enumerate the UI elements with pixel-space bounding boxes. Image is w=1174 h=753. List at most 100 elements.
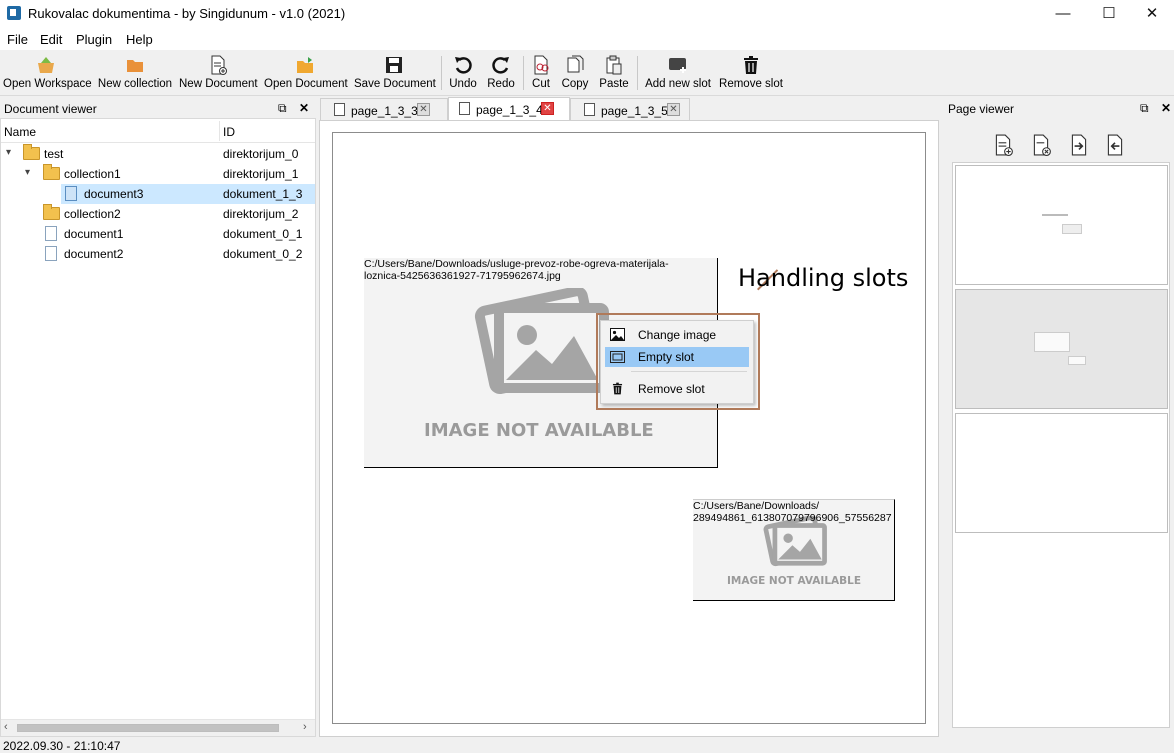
undo-icon bbox=[455, 57, 472, 74]
tree-item-id: direktorijum_0 bbox=[223, 147, 299, 161]
tree-item-name: document3 bbox=[84, 187, 144, 201]
column-divider[interactable] bbox=[219, 121, 220, 141]
move-page-right-icon[interactable] bbox=[1068, 134, 1090, 159]
move-page-left-icon[interactable] bbox=[1104, 134, 1126, 159]
page-editor: IMAGE NOT AVAILABLE C:/Users/Bane/Downlo… bbox=[319, 120, 939, 737]
add-page-icon[interactable] bbox=[992, 134, 1014, 159]
float-pane-icon[interactable]: ⧉ bbox=[1140, 101, 1149, 116]
close-pane-icon[interactable]: ✕ bbox=[1161, 101, 1171, 115]
tab-page[interactable]: page_1_3_3 ✕ bbox=[320, 98, 448, 120]
folder-icon bbox=[23, 144, 40, 160]
page-thumbnail[interactable] bbox=[955, 165, 1168, 285]
minimize-button[interactable]: — bbox=[1040, 0, 1086, 28]
add-slot-icon bbox=[669, 58, 686, 73]
close-button[interactable]: ✕ bbox=[1129, 0, 1174, 28]
toolbar-separator bbox=[523, 56, 524, 90]
page-viewer bbox=[944, 118, 1174, 737]
tree-item-id: direktorijum_2 bbox=[223, 207, 299, 221]
page-canvas[interactable]: IMAGE NOT AVAILABLE C:/Users/Bane/Downlo… bbox=[332, 132, 926, 724]
title-bar: Rukovalac dokumentima - by Singidunum - … bbox=[0, 0, 1174, 28]
close-tab-icon[interactable]: ✕ bbox=[417, 103, 430, 116]
tab-page[interactable]: page_1_3_5 ✕ bbox=[570, 98, 690, 120]
app-window: Rukovalac dokumentima - by Singidunum - … bbox=[0, 0, 1174, 753]
tree-row[interactable]: collection2 direktorijum_2 bbox=[1, 204, 315, 224]
tree-row-selected[interactable]: document3 dokument_1_3 bbox=[61, 184, 315, 204]
scroll-right-icon[interactable]: › bbox=[303, 721, 307, 733]
document-viewer-header: Document viewer ⧉ ✕ bbox=[0, 99, 316, 119]
document-icon bbox=[65, 186, 77, 201]
redo-label: Redo bbox=[487, 78, 515, 90]
remove-page-icon[interactable] bbox=[1030, 134, 1052, 159]
cut-button[interactable]: Cut bbox=[528, 52, 554, 94]
menu-edit[interactable]: Edit bbox=[40, 32, 62, 47]
app-icon bbox=[7, 6, 21, 20]
tree-item-name: collection2 bbox=[64, 207, 121, 221]
tab-page-active[interactable]: page_1_3_4 ✕ bbox=[448, 97, 570, 121]
toolbar-separator bbox=[441, 56, 442, 90]
horizontal-scrollbar[interactable]: ‹ › bbox=[1, 719, 315, 736]
tree-item-id: direktorijum_1 bbox=[223, 167, 299, 181]
tree-item-name: collection1 bbox=[64, 167, 121, 181]
paste-button[interactable]: Paste bbox=[597, 52, 631, 94]
tree-row[interactable]: document1 dokument_0_1 bbox=[1, 224, 315, 244]
column-id-header[interactable]: ID bbox=[223, 125, 235, 139]
paste-icon bbox=[606, 55, 622, 75]
page-thumbnail-active[interactable] bbox=[955, 289, 1168, 409]
annotation-label: Handling slots bbox=[738, 264, 909, 292]
paste-label: Paste bbox=[599, 78, 629, 90]
document-viewer-title: Document viewer bbox=[4, 102, 97, 116]
tab-label: page_1_3_5 bbox=[601, 104, 668, 118]
save-document-button[interactable]: Save Document bbox=[354, 52, 436, 94]
page-thumbnail[interactable] bbox=[955, 413, 1168, 533]
tree-row[interactable]: ▾ test direktorijum_0 bbox=[1, 144, 315, 164]
copy-button[interactable]: Copy bbox=[560, 52, 590, 94]
close-pane-icon[interactable]: ✕ bbox=[299, 101, 309, 115]
save-icon bbox=[386, 57, 402, 73]
menu-bar: File Edit Plugin Help bbox=[0, 28, 1174, 50]
document-icon bbox=[45, 246, 57, 261]
chevron-down-icon[interactable]: ▾ bbox=[6, 147, 11, 158]
toolbar: Open Workspace New collection New Docume… bbox=[0, 50, 1174, 96]
page-icon bbox=[584, 103, 595, 116]
tree-row[interactable]: document2 dokument_0_2 bbox=[1, 244, 315, 264]
float-pane-icon[interactable]: ⧉ bbox=[278, 101, 287, 116]
tree-row[interactable]: ▾ collection1 direktorijum_1 bbox=[1, 164, 315, 184]
menu-file[interactable]: File bbox=[7, 32, 28, 47]
scrollbar-thumb[interactable] bbox=[17, 724, 279, 732]
column-name-header[interactable]: Name bbox=[4, 125, 36, 139]
open-folder-icon bbox=[297, 57, 313, 73]
open-document-button[interactable]: Open Document bbox=[264, 52, 348, 94]
chevron-down-icon[interactable]: ▾ bbox=[25, 167, 30, 178]
page-viewer-title: Page viewer bbox=[948, 102, 1015, 116]
new-document-button[interactable]: New Document bbox=[179, 52, 258, 94]
maximize-button[interactable]: ☐ bbox=[1086, 0, 1132, 28]
scroll-left-icon[interactable]: ‹ bbox=[4, 721, 8, 733]
redo-button[interactable]: Redo bbox=[484, 52, 518, 94]
slot-path-label: C:/Users/Bane/Downloads/usluge-prevoz-ro… bbox=[364, 258, 669, 282]
tab-label: page_1_3_3 bbox=[351, 104, 418, 118]
tree-item-name: test bbox=[44, 147, 64, 161]
menu-help[interactable]: Help bbox=[126, 32, 153, 47]
open-workspace-button[interactable]: Open Workspace bbox=[3, 52, 92, 94]
slot-path-label: C:/Users/Bane/Downloads/ 289494861_61380… bbox=[693, 500, 892, 524]
new-collection-button[interactable]: New collection bbox=[97, 52, 173, 94]
undo-button[interactable]: Undo bbox=[446, 52, 480, 94]
close-tab-icon[interactable]: ✕ bbox=[667, 103, 680, 116]
add-new-slot-button[interactable]: Add new slot bbox=[644, 52, 712, 94]
toolbar-separator bbox=[637, 56, 638, 90]
redo-icon bbox=[492, 57, 509, 74]
new-document-icon bbox=[211, 55, 227, 75]
copy-icon bbox=[567, 55, 584, 73]
tree-item-id: dokument_0_1 bbox=[223, 227, 303, 241]
menu-plugin[interactable]: Plugin bbox=[76, 32, 112, 47]
remove-slot-button[interactable]: Remove slot bbox=[718, 52, 784, 94]
image-not-available-label: IMAGE NOT AVAILABLE bbox=[424, 420, 654, 441]
tree-item-name: document1 bbox=[64, 227, 124, 241]
folder-icon bbox=[43, 164, 60, 180]
window-title: Rukovalac dokumentima - by Singidunum - … bbox=[28, 6, 346, 21]
document-tree: Name ID ▾ test direktorijum_0 ▾ collecti… bbox=[0, 118, 316, 737]
image-slot[interactable]: IMAGE NOT AVAILABLE C:/Users/Bane/Downlo… bbox=[693, 499, 895, 601]
close-tab-icon[interactable]: ✕ bbox=[541, 102, 554, 115]
add-new-slot-label: Add new slot bbox=[645, 78, 711, 90]
document-icon bbox=[45, 226, 57, 241]
